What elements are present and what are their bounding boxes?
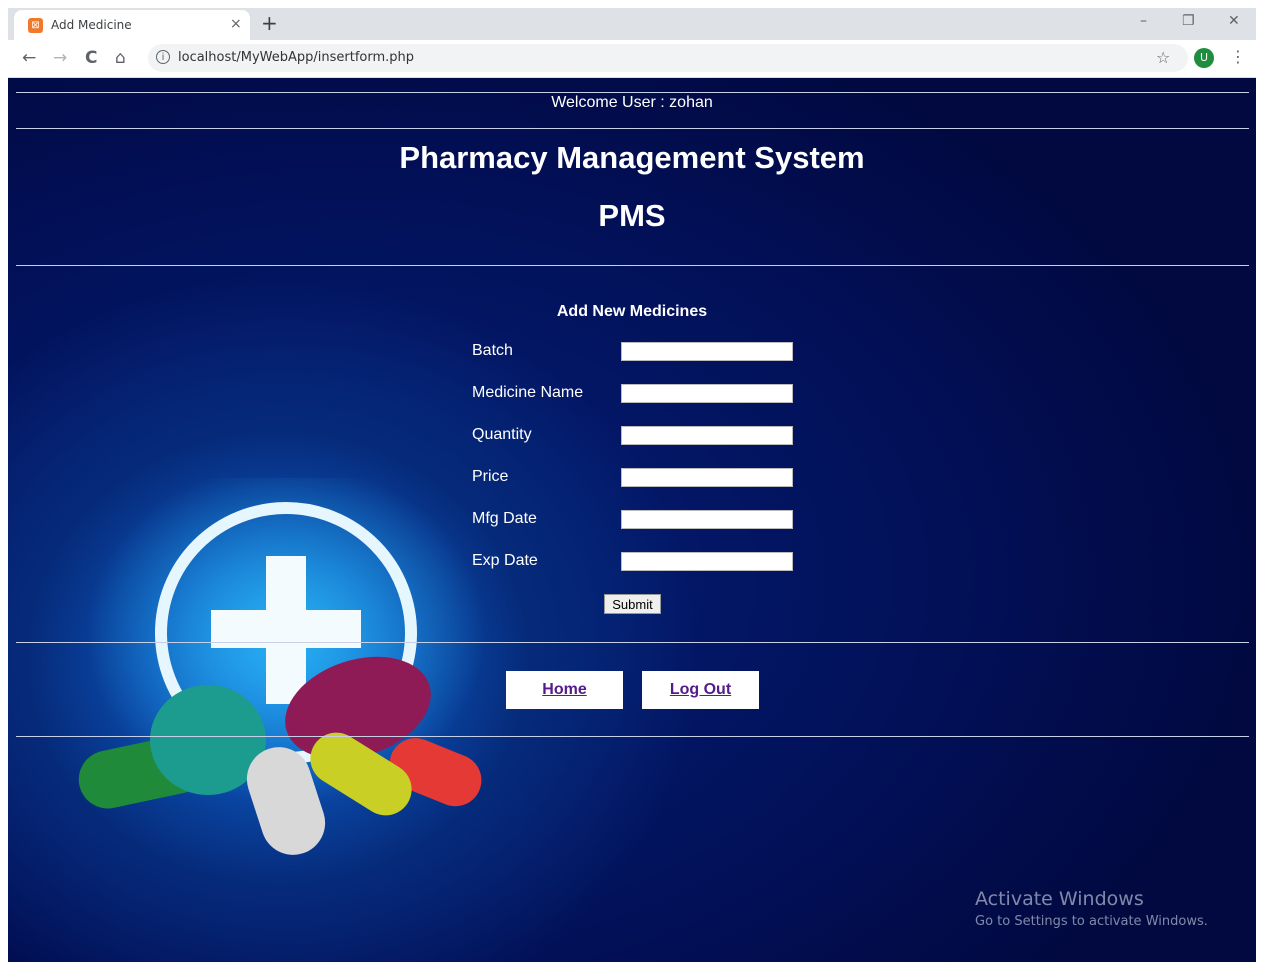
exp-date-label: Exp Date: [472, 552, 538, 569]
welcome-message: Welcome User : zohan: [551, 94, 713, 111]
restore-icon[interactable]: ❐: [1182, 13, 1195, 29]
price-input[interactable]: [621, 468, 793, 487]
divider: [16, 642, 1249, 643]
reload-icon[interactable]: C: [85, 48, 97, 68]
batch-label: Batch: [472, 342, 513, 359]
tab-add-medicine[interactable]: ⊠ Add Medicine ×: [14, 10, 250, 40]
page-title: Pharmacy Management System: [399, 140, 865, 175]
logout-button[interactable]: Log Out: [642, 671, 759, 709]
mfg-date-input[interactable]: [621, 510, 793, 529]
url-text[interactable]: localhost/MyWebApp/insertform.php: [178, 50, 414, 65]
back-icon[interactable]: ←: [22, 48, 36, 68]
divider: [16, 265, 1249, 266]
browser-toolbar: ← → C ⌂ i localhost/MyWebApp/insertform.…: [8, 40, 1256, 78]
form-heading: Add New Medicines: [556, 303, 708, 320]
activate-windows-title: Activate Windows: [975, 888, 1144, 910]
new-tab-button[interactable]: +: [261, 11, 278, 35]
profile-avatar[interactable]: U: [1194, 48, 1214, 68]
info-icon[interactable]: i: [156, 50, 170, 64]
xampp-favicon-icon: ⊠: [28, 18, 43, 33]
page-content: Welcome User : zohan Pharmacy Management…: [8, 78, 1256, 962]
home-link[interactable]: Home: [542, 681, 586, 698]
close-tab-icon[interactable]: ×: [230, 16, 242, 32]
browser-menu-icon[interactable]: ⋮: [1230, 47, 1246, 66]
price-label: Price: [472, 468, 509, 485]
tab-bar: ⊠ Add Medicine × + – ❐ ✕: [8, 8, 1256, 40]
submit-button[interactable]: Submit: [604, 594, 661, 614]
tab-title: Add Medicine: [51, 18, 132, 32]
quantity-label: Quantity: [472, 426, 532, 443]
medicine-name-label: Medicine Name: [472, 384, 584, 401]
home-button[interactable]: Home: [506, 671, 623, 709]
divider: [16, 128, 1249, 129]
divider: [16, 92, 1249, 93]
home-icon[interactable]: ⌂: [115, 48, 126, 68]
address-bar[interactable]: i localhost/MyWebApp/insertform.php: [148, 44, 1188, 72]
batch-input[interactable]: [621, 342, 793, 361]
minimize-icon[interactable]: –: [1140, 13, 1147, 29]
mfg-date-label: Mfg Date: [472, 510, 537, 527]
quantity-input[interactable]: [621, 426, 793, 445]
page-subtitle: PMS: [598, 198, 666, 233]
medicine-name-input[interactable]: [621, 384, 793, 403]
browser-window: ⊠ Add Medicine × + – ❐ ✕ ← → C ⌂ i local…: [8, 8, 1256, 962]
bookmark-star-icon[interactable]: ☆: [1156, 48, 1170, 67]
divider: [16, 736, 1249, 737]
close-window-icon[interactable]: ✕: [1228, 13, 1240, 29]
forward-icon[interactable]: →: [53, 48, 67, 68]
exp-date-input[interactable]: [621, 552, 793, 571]
logout-link[interactable]: Log Out: [670, 681, 731, 698]
activate-windows-subtitle: Go to Settings to activate Windows.: [975, 914, 1208, 929]
